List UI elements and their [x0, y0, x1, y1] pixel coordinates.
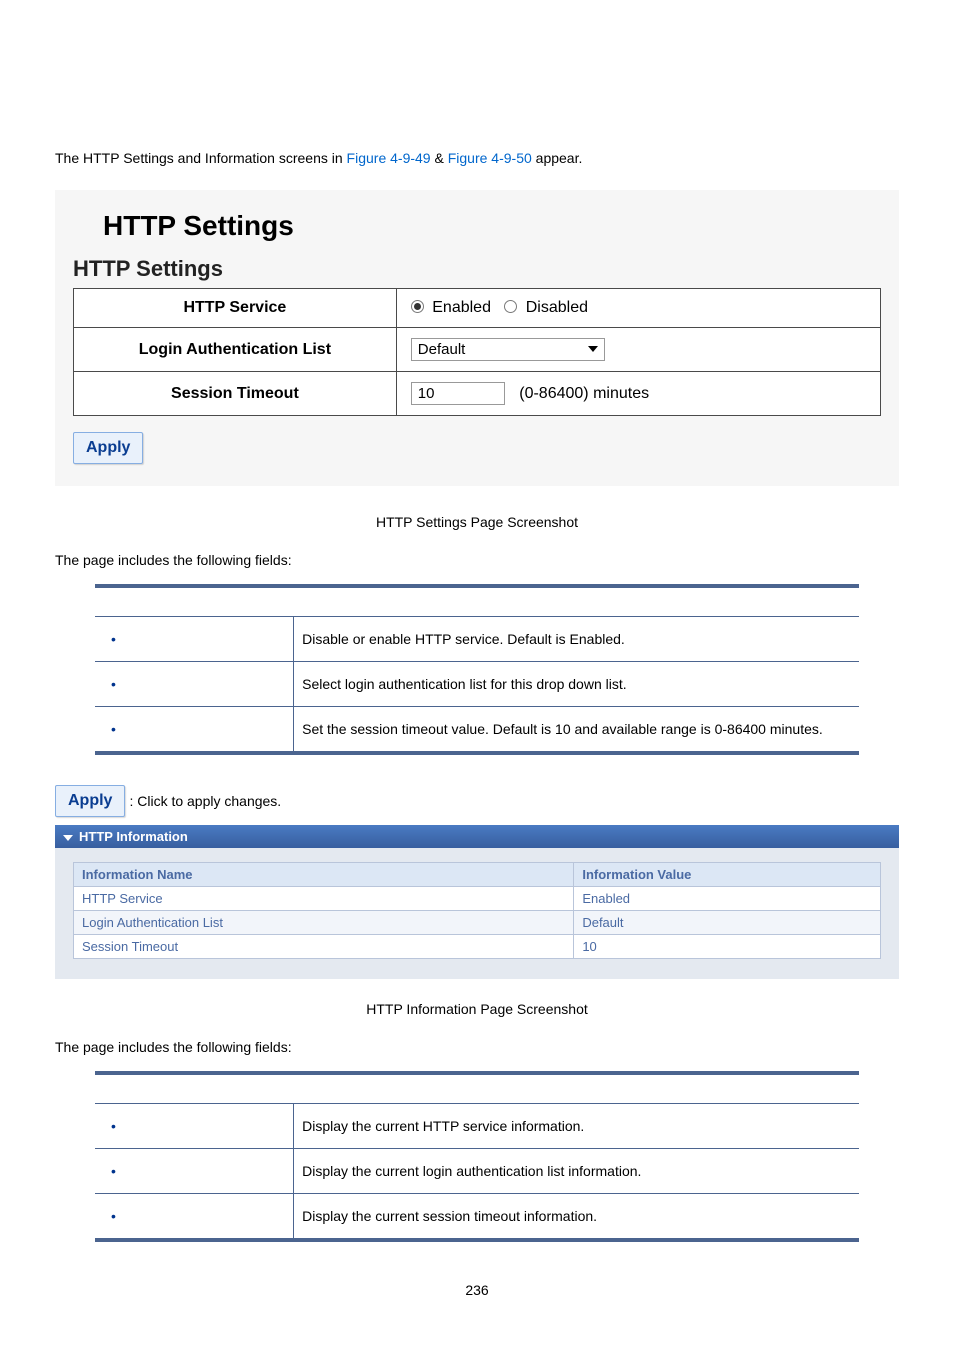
http-information-table: Information Name Information Value HTTP …	[73, 862, 881, 959]
http-service-label: HTTP Service	[74, 289, 397, 328]
apply-button[interactable]: Apply	[73, 432, 143, 464]
page-number: 236	[55, 1282, 899, 1298]
http-settings-panel: HTTP Settings HTTP Settings HTTP Service…	[55, 190, 899, 486]
fields-intro-2: The page includes the following fields:	[55, 1039, 899, 1055]
http-service-opt-enabled: Enabled	[428, 299, 496, 316]
http-settings-subtitle: HTTP Settings	[73, 256, 881, 282]
fields1-header-description	[294, 586, 859, 617]
intro-paragraph: The HTTP Settings and Information screen…	[55, 150, 899, 166]
http-service-radio-disabled[interactable]	[504, 300, 517, 313]
fields1-row3-object	[103, 721, 131, 737]
info-row3-name: Session Timeout	[74, 935, 574, 959]
session-timeout-input[interactable]: 10	[411, 382, 505, 405]
fields1-row3-desc: Set the session timeout value. Default i…	[294, 707, 859, 754]
apply-button-inline[interactable]: Apply	[55, 785, 125, 817]
info-row1-name: HTTP Service	[74, 887, 574, 911]
fields-table-2: Display the current HTTP service informa…	[95, 1071, 859, 1242]
fields2-row2-object	[103, 1163, 131, 1179]
settings-caption: HTTP Settings Page Screenshot	[55, 514, 899, 530]
intro-suffix: appear.	[532, 150, 583, 166]
http-service-radio-enabled[interactable]	[411, 300, 424, 313]
info-col-name: Information Name	[74, 863, 574, 887]
login-auth-select[interactable]: Default	[411, 338, 605, 361]
fields2-row1-object	[103, 1118, 131, 1134]
fields2-row1-desc: Display the current HTTP service informa…	[294, 1104, 859, 1149]
info-row3-value: 10	[574, 935, 881, 959]
http-information-title: HTTP Information	[79, 829, 188, 844]
fields1-row2-object	[103, 676, 131, 692]
apply-note-text: : Click to apply changes.	[129, 793, 281, 809]
session-timeout-unit: (0-86400) minutes	[519, 385, 649, 402]
http-information-header[interactable]: HTTP Information	[55, 825, 899, 848]
fields1-row1-desc: Disable or enable HTTP service. Default …	[294, 617, 859, 662]
settings-table: HTTP Service Enabled Disabled Login Auth…	[73, 288, 881, 416]
fields1-row1-object	[103, 631, 131, 647]
http-service-value-cell: Enabled Disabled	[396, 289, 880, 328]
fields2-header-object	[95, 1073, 294, 1104]
info-row1-value: Enabled	[574, 887, 881, 911]
fields2-header-description	[294, 1073, 859, 1104]
figure-link-1[interactable]: Figure 4-9-49	[347, 150, 431, 166]
session-timeout-label: Session Timeout	[74, 372, 397, 416]
info-row2-name: Login Authentication List	[74, 911, 574, 935]
login-auth-label: Login Authentication List	[74, 328, 397, 372]
http-service-opt-disabled: Disabled	[521, 299, 588, 316]
login-auth-value: Default	[418, 341, 466, 358]
fields2-row3-object	[103, 1208, 131, 1224]
http-information-panel: HTTP Information Information Name Inform…	[55, 825, 899, 979]
intro-text: The HTTP Settings and Information screen…	[55, 150, 347, 166]
figure-link-2[interactable]: Figure 4-9-50	[448, 150, 532, 166]
info-row2-value: Default	[574, 911, 881, 935]
information-caption: HTTP Information Page Screenshot	[55, 1001, 899, 1017]
intro-amp: &	[431, 150, 448, 166]
fields1-header-object	[95, 586, 294, 617]
http-settings-title: HTTP Settings	[103, 210, 881, 242]
fields1-row2-desc: Select login authentication list for thi…	[294, 662, 859, 707]
info-col-value: Information Value	[574, 863, 881, 887]
collapse-icon	[63, 835, 73, 841]
fields-intro-1: The page includes the following fields:	[55, 552, 899, 568]
fields2-row3-desc: Display the current session timeout info…	[294, 1194, 859, 1241]
fields-table-1: Disable or enable HTTP service. Default …	[95, 584, 859, 755]
chevron-down-icon	[588, 346, 598, 352]
fields2-row2-desc: Display the current login authentication…	[294, 1149, 859, 1194]
